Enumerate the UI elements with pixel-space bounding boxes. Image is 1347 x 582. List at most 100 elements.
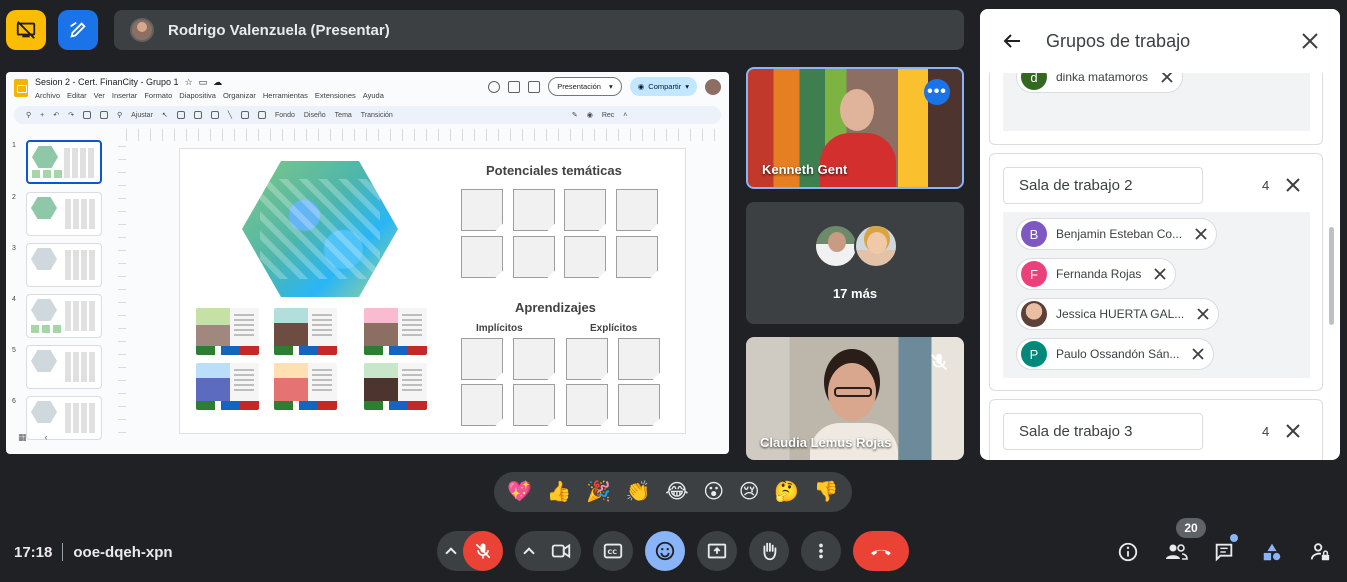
collapse-icon[interactable]: ‹ [45, 432, 48, 443]
menu-editar[interactable]: Editar [67, 91, 87, 100]
raise-hand-button[interactable] [749, 531, 789, 571]
member-chip[interactable]: Jessica HUERTA GAL... [1016, 298, 1220, 330]
theme-button[interactable]: Tema [335, 112, 352, 119]
search-icon[interactable]: ⚲ [26, 111, 31, 119]
close-icon[interactable] [1196, 307, 1210, 321]
present-screen-button[interactable] [697, 531, 737, 571]
chevron-up-icon[interactable]: ˄ [623, 112, 627, 119]
comments-icon[interactable] [508, 80, 521, 93]
participant-tile-claudia[interactable]: Claudia Lemus Rojas [746, 337, 964, 460]
back-arrow-icon[interactable] [1002, 31, 1022, 51]
close-icon[interactable] [1191, 347, 1205, 361]
reaction-thumbs-up[interactable]: 👍 [547, 482, 572, 502]
thumbnail-5[interactable]: 5 [12, 345, 112, 391]
close-icon[interactable] [1284, 176, 1302, 194]
add-icon[interactable]: + [40, 112, 44, 119]
cursor-icon[interactable]: ↖ [162, 111, 168, 119]
captions-button[interactable]: CC [593, 531, 633, 571]
text-box-icon[interactable] [176, 111, 185, 119]
reaction-sad[interactable]: 😢 [739, 482, 760, 502]
line-icon[interactable]: ╲ [228, 111, 232, 119]
meeting-code[interactable]: ooe-dqeh-xpn [73, 544, 172, 561]
meeting-details-button[interactable] [1116, 540, 1140, 564]
stop-presenting-button[interactable] [6, 10, 46, 50]
member-chip[interactable]: P Paulo Ossandón Sán... [1016, 338, 1215, 370]
layout-button[interactable]: Diseño [304, 112, 326, 119]
print-icon[interactable] [82, 111, 91, 119]
close-icon[interactable] [1284, 422, 1302, 440]
people-button[interactable] [1164, 540, 1188, 564]
participant-tile-others[interactable]: 17 más [746, 202, 964, 324]
activities-button[interactable] [1260, 540, 1284, 564]
menu-formato[interactable]: Formato [144, 91, 172, 100]
reaction-laugh[interactable]: 😂 [665, 482, 688, 502]
record-icon[interactable]: ◉ [587, 111, 593, 119]
close-icon[interactable] [1194, 227, 1208, 241]
background-button[interactable]: Fondo [275, 112, 295, 119]
reaction-surprised[interactable]: 😮 [703, 482, 724, 502]
doc-title[interactable]: Sesion 2 - Cert. FinanCity - Grupo 1 [35, 77, 179, 88]
chevron-up-icon[interactable] [445, 547, 457, 559]
more-options-button[interactable] [801, 531, 841, 571]
slide-canvas[interactable]: Potenciales temáticas Aprendizajes Implí… [179, 148, 686, 434]
menu-archivo[interactable]: Archivo [35, 91, 60, 100]
camera-toggle-button[interactable] [541, 531, 581, 571]
zoom-icon[interactable]: ⚲ [117, 111, 122, 119]
more-options-icon[interactable]: ••• [924, 79, 950, 105]
mic-toggle-button[interactable] [463, 531, 503, 571]
panel-scrollbar[interactable] [1329, 227, 1334, 325]
history-icon[interactable] [488, 80, 501, 93]
reaction-thumbs-down[interactable]: 👎 [814, 482, 839, 502]
room-name-input[interactable]: Sala de trabajo 3 [1003, 413, 1203, 450]
thumbnail-image[interactable] [26, 294, 102, 338]
rec-button[interactable]: Rec [602, 112, 614, 119]
meet-icon[interactable] [528, 80, 541, 93]
share-button[interactable]: ◉ Compartir ▾ [629, 77, 697, 96]
close-icon[interactable] [1300, 31, 1320, 51]
close-icon[interactable] [1153, 267, 1167, 281]
chevron-up-icon[interactable] [523, 547, 535, 559]
star-icon[interactable]: ☆ [185, 77, 193, 88]
thumbnail-image[interactable] [26, 345, 102, 389]
menu-extensiones[interactable]: Extensiones [315, 91, 356, 100]
member-chip[interactable]: F Fernanda Rojas [1016, 258, 1177, 290]
chevron-down-icon[interactable]: ▾ [609, 82, 613, 91]
chat-button[interactable] [1212, 540, 1236, 564]
member-chip[interactable]: B Benjamin Esteban Co... [1016, 218, 1218, 250]
transition-button[interactable]: Transición [361, 112, 393, 119]
reaction-thinking[interactable]: 🤔 [774, 482, 799, 502]
menu-ayuda[interactable]: Ayuda [363, 91, 384, 100]
menu-insertar[interactable]: Insertar [112, 91, 137, 100]
thumbnail-4[interactable]: 4 [12, 294, 112, 340]
menu-herramientas[interactable]: Herramientas [263, 91, 308, 100]
participant-tile-kenneth[interactable]: ••• Kenneth Gent [746, 67, 964, 189]
image-icon[interactable] [193, 111, 202, 119]
reaction-heart[interactable]: 💖 [507, 482, 532, 502]
menu-diapositiva[interactable]: Diapositiva [179, 91, 216, 100]
undo-icon[interactable]: ↶ [53, 111, 59, 119]
thumbnail-3[interactable]: 3 [12, 243, 112, 289]
layout-icon[interactable] [258, 111, 267, 119]
thumbnail-2[interactable]: 2 [12, 192, 112, 238]
folder-icon[interactable]: ▭ [199, 77, 208, 88]
reaction-clap[interactable]: 👏 [626, 482, 651, 502]
pen-icon[interactable]: ✎ [572, 111, 578, 119]
menu-ver[interactable]: Ver [94, 91, 105, 100]
reaction-party[interactable]: 🎉 [586, 482, 611, 502]
room-name-input[interactable]: Sala de trabajo 2 [1003, 167, 1203, 204]
reactions-button[interactable] [645, 531, 685, 571]
thumbnail-1[interactable]: 1 [12, 140, 112, 186]
thumbnail-image[interactable] [26, 243, 102, 287]
thumbnail-image[interactable] [26, 192, 102, 236]
present-button[interactable]: Presentación ▾ [548, 77, 622, 96]
paint-format-icon[interactable] [99, 111, 108, 119]
account-avatar[interactable] [705, 78, 721, 95]
shape-icon[interactable] [210, 111, 219, 119]
grid-view-icon[interactable]: ▦ [18, 432, 27, 443]
comment-icon[interactable] [241, 111, 250, 119]
whiteboard-button[interactable] [58, 10, 98, 50]
zoom-select[interactable]: Ajustar [131, 112, 153, 119]
redo-icon[interactable]: ↷ [68, 111, 74, 119]
menu-organizar[interactable]: Organizar [223, 91, 256, 100]
host-controls-button[interactable] [1308, 540, 1332, 564]
